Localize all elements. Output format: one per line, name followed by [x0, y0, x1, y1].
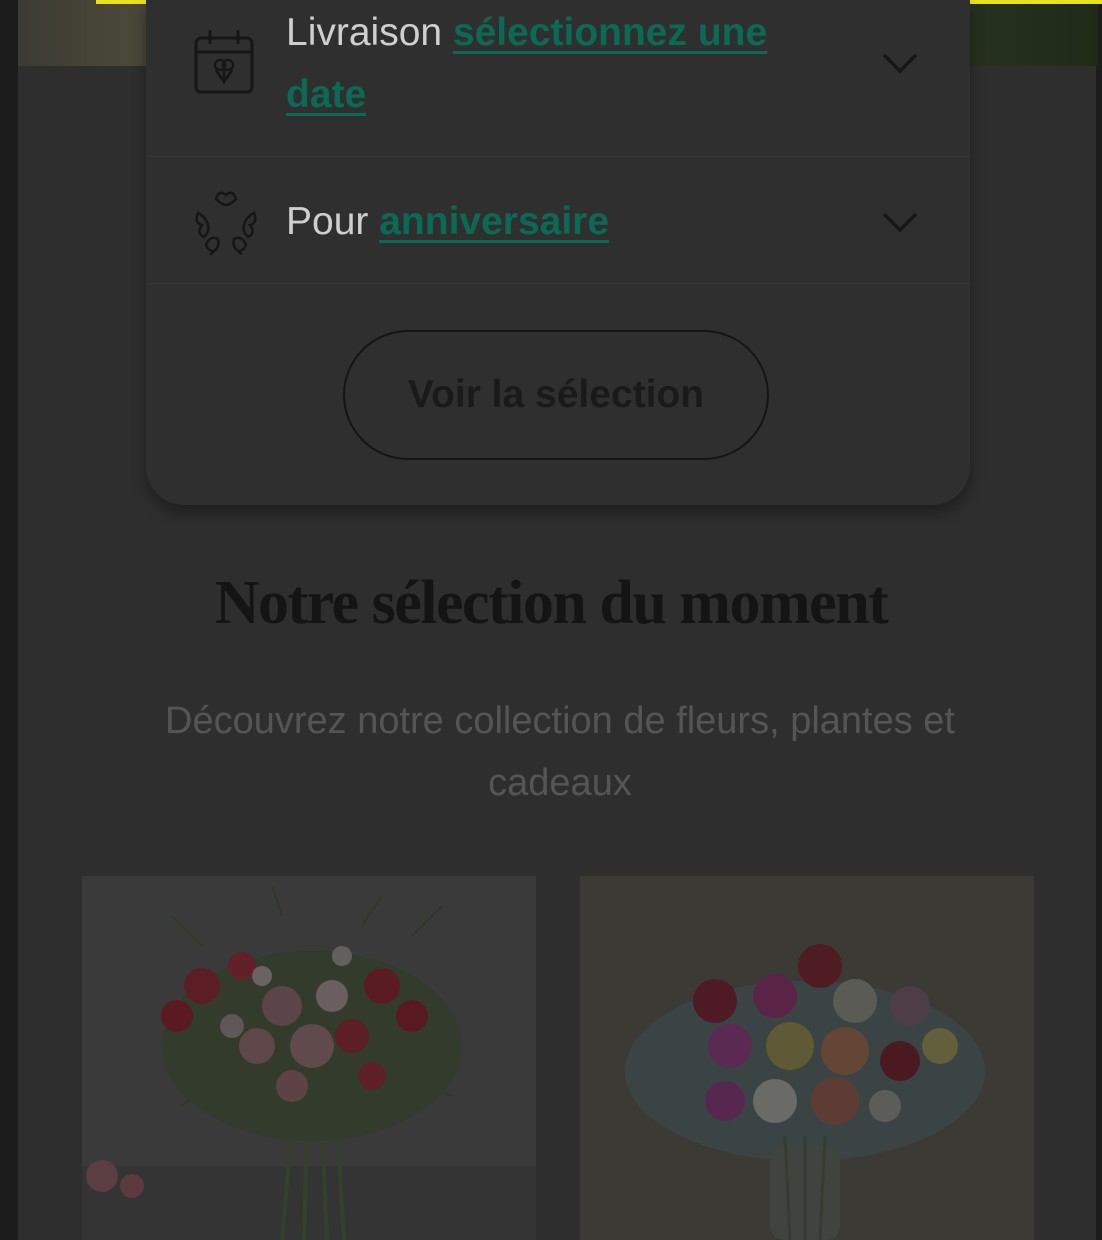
- occasion-lead-text: Pour: [286, 200, 369, 243]
- delivery-lead-text: Livraison: [286, 11, 443, 54]
- delivery-date-selector[interactable]: Livraison sélectionnez une date: [146, 0, 970, 157]
- calendar-gift-icon: [194, 30, 254, 94]
- product-image[interactable]: [580, 876, 1034, 1240]
- chevron-down-icon[interactable]: [882, 211, 918, 233]
- chevron-down-icon[interactable]: [882, 52, 918, 74]
- occasion-label: Pour anniversaire: [286, 191, 609, 253]
- section-title: Notre sélection du moment: [214, 569, 889, 637]
- see-selection-button[interactable]: Voir la sélection: [343, 330, 769, 460]
- product-image[interactable]: [82, 876, 536, 1240]
- gift-finder-card: Livraison sélectionnez une date Pour ann…: [146, 0, 970, 505]
- product-card[interactable]: [82, 876, 536, 1240]
- product-card[interactable]: [580, 876, 1034, 1240]
- delivery-label: Livraison sélectionnez une date: [286, 2, 846, 126]
- flower-wreath-icon: [195, 191, 257, 255]
- occasion-link[interactable]: anniversaire: [379, 200, 609, 243]
- page: Livraison sélectionnez une date Pour ann…: [0, 0, 1102, 1240]
- section-subtitle: Découvrez notre collection de fleurs, pl…: [165, 700, 955, 804]
- occasion-selector[interactable]: Pour anniversaire: [146, 157, 970, 284]
